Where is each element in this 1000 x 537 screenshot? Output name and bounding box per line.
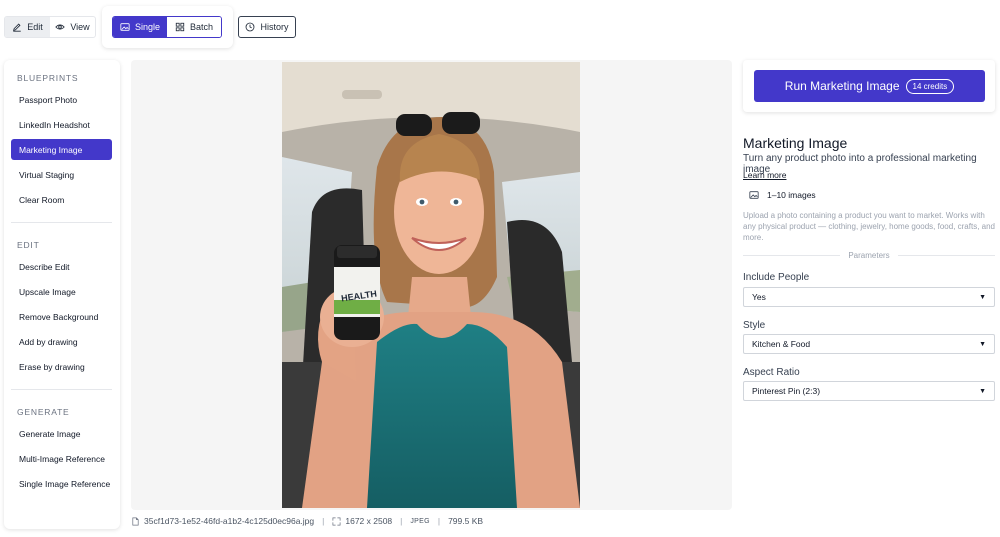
caret-down-icon: ▼ [979, 340, 986, 348]
file-size: 799.5 KB [448, 516, 484, 526]
sidebar-item-single-image-reference[interactable]: Single Image Reference [11, 473, 112, 494]
sidebar-item-upscale-image[interactable]: Upscale Image [11, 281, 112, 302]
sidebar-divider [11, 389, 112, 390]
pencil-icon [13, 23, 21, 32]
sidebar-item-remove-background[interactable]: Remove Background [11, 306, 112, 327]
image-icon [120, 23, 130, 31]
file-icon [132, 517, 139, 525]
tools-sidebar: BLUEPRINTS Passport Photo LinkedIn Heads… [4, 60, 120, 529]
generate-header: GENERATE [17, 407, 70, 417]
sidebar-item-erase-by-drawing[interactable]: Erase by drawing [11, 356, 112, 377]
image-icon [749, 191, 759, 199]
credits-badge: 14 credits [905, 78, 955, 94]
single-batch-toggle: Single Batch [112, 16, 222, 38]
include-people-value: Yes [752, 292, 766, 302]
aspect-ratio-value: Pinterest Pin (2:3) [752, 386, 821, 396]
image-dimensions: 1672 x 2508 [345, 516, 393, 526]
aspect-ratio-label: Aspect Ratio [743, 367, 800, 378]
sidebar-item-clear-room[interactable]: Clear Room [11, 189, 112, 210]
batch-mode-button[interactable]: Batch [167, 17, 221, 37]
file-name: 35cf1d73-1e52-46fd-a1b2-4c125d0ec96a.jpg [144, 516, 315, 526]
aspect-ratio-select[interactable]: Pinterest Pin (2:3) ▼ [743, 381, 995, 401]
edit-view-toggle: Edit View [4, 16, 96, 38]
parameters-label: Parameters [848, 250, 890, 260]
sidebar-item-passport-photo[interactable]: Passport Photo [11, 89, 112, 110]
processing-mode-card: Single Batch [102, 6, 233, 48]
sidebar-item-generate-image[interactable]: Generate Image [11, 423, 112, 444]
single-mode-button[interactable]: Single [113, 17, 167, 37]
sidebar-item-add-by-drawing[interactable]: Add by drawing [11, 331, 112, 352]
separator: | [400, 516, 403, 526]
edit-mode-label: Edit [27, 22, 43, 32]
style-label: Style [743, 320, 766, 331]
caret-down-icon: ▼ [979, 293, 986, 301]
file-info-bar: 35cf1d73-1e52-46fd-a1b2-4c125d0ec96a.jpg… [131, 514, 483, 528]
divider-line [897, 254, 996, 256]
separator: | [437, 516, 441, 526]
sidebar-item-marketing-image[interactable]: Marketing Image [11, 139, 112, 160]
tool-description: Upload a photo containing a product you … [743, 211, 995, 242]
learn-more-link[interactable]: Learn more [743, 170, 786, 180]
batch-mode-label: Batch [189, 22, 213, 32]
expand-icon [332, 517, 341, 525]
include-people-label: Include People [743, 272, 810, 283]
style-value: Kitchen & Food [752, 339, 811, 349]
sidebar-item-linkedin-headshot[interactable]: LinkedIn Headshot [11, 114, 112, 135]
sidebar-item-describe-edit[interactable]: Describe Edit [11, 256, 112, 277]
sidebar-item-virtual-staging[interactable]: Virtual Staging [11, 164, 112, 185]
style-select[interactable]: Kitchen & Food ▼ [743, 334, 995, 354]
images-range-text: 1–10 images [767, 190, 816, 200]
uploaded-photo: HEALTH [282, 62, 580, 508]
eye-icon [55, 24, 66, 30]
include-people-select[interactable]: Yes ▼ [743, 287, 995, 307]
caret-down-icon: ▼ [979, 387, 986, 395]
run-button-label: Run Marketing Image [784, 79, 900, 93]
run-marketing-image-button[interactable]: Run Marketing Image 14 credits [754, 70, 985, 102]
grid-icon [175, 22, 185, 32]
view-mode-button[interactable]: View [50, 17, 95, 37]
file-name-group: 35cf1d73-1e52-46fd-a1b2-4c125d0ec96a.jpg [131, 516, 314, 526]
clock-icon [246, 22, 255, 32]
panel-title: Marketing Image [743, 135, 848, 151]
single-mode-label: Single [134, 22, 161, 32]
images-range: 1–10 images [749, 190, 816, 200]
blueprints-header: BLUEPRINTS [17, 73, 79, 83]
edit-header: EDIT [17, 240, 40, 250]
divider-line [743, 254, 841, 256]
parameters-divider: Parameters [743, 249, 996, 261]
history-label: History [260, 22, 289, 32]
sidebar-item-multi-image-reference[interactable]: Multi-Image Reference [11, 448, 112, 469]
edit-mode-button[interactable]: Edit [5, 17, 50, 37]
separator: | [322, 516, 325, 526]
image-format: JPEG [410, 517, 430, 525]
history-button[interactable]: History [238, 16, 296, 38]
view-mode-label: View [70, 22, 90, 32]
run-card: Run Marketing Image 14 credits [743, 60, 995, 112]
sidebar-divider [11, 222, 112, 223]
dimensions-group: 1672 x 2508 [332, 516, 392, 526]
image-canvas: HEALTH [131, 60, 732, 510]
